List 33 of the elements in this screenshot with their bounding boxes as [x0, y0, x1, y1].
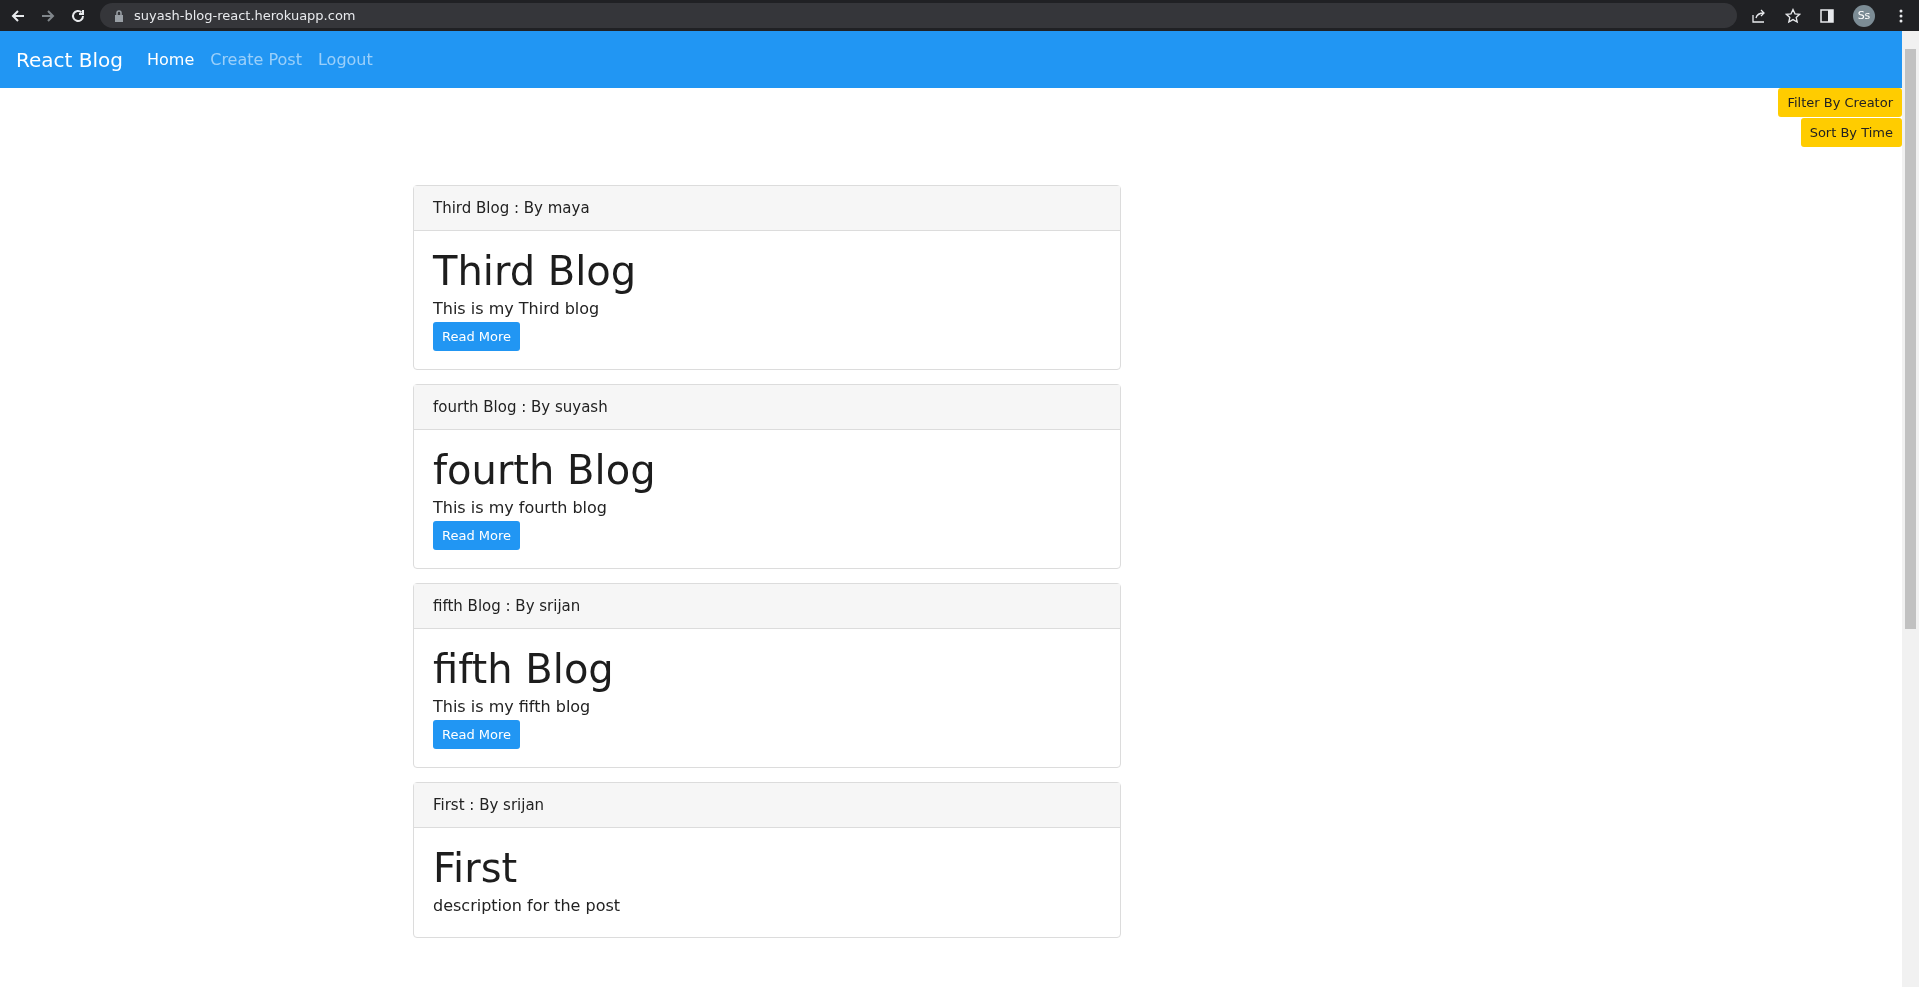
read-more-button[interactable]: Read More: [433, 521, 521, 550]
post-description: description for the post: [433, 896, 622, 915]
nav-link[interactable]: Home: [146, 50, 195, 69]
post-description: This is my fifth blog: [433, 697, 592, 716]
card-header: fourth Blog : By suyash: [414, 385, 1120, 430]
brand-link[interactable]: React Blog: [16, 47, 123, 72]
card-header: First : By srijan: [414, 783, 1120, 828]
post-title: fourth Blog: [433, 446, 657, 494]
scrollbar[interactable]: [1902, 31, 1919, 987]
side-panel-icon[interactable]: [1819, 7, 1835, 24]
url-text: suyash-blog-react.herokuapp.com: [134, 8, 356, 23]
post-title: Third Blog: [433, 247, 638, 295]
scrollbar-thumb[interactable]: [1905, 49, 1916, 629]
lock-icon: [114, 9, 124, 22]
post-description: This is my fourth blog: [433, 498, 608, 517]
action-button[interactable]: Filter By Creator: [1778, 88, 1902, 117]
read-more-button[interactable]: Read More: [433, 322, 521, 351]
address-bar[interactable]: suyash-blog-react.herokuapp.com: [100, 3, 1737, 28]
star-icon[interactable]: [1785, 7, 1801, 24]
action-button[interactable]: Sort By Time: [1800, 118, 1902, 147]
card-header: Third Blog : By maya: [414, 186, 1120, 231]
share-icon[interactable]: [1751, 7, 1767, 24]
back-icon[interactable]: [10, 7, 26, 24]
post-title: fifth Blog: [433, 645, 615, 693]
forward-icon[interactable]: [40, 7, 56, 24]
reload-icon[interactable]: [70, 7, 86, 24]
nav-link[interactable]: Create Post: [210, 50, 302, 69]
post-description: This is my Third blog: [433, 299, 601, 318]
profile-avatar[interactable]: Ss: [1853, 4, 1875, 27]
nav-link[interactable]: Logout: [317, 50, 373, 69]
card-header: fifth Blog : By srijan: [414, 584, 1120, 629]
read-more-button[interactable]: Read More: [433, 720, 521, 749]
post-title: First: [433, 844, 519, 892]
